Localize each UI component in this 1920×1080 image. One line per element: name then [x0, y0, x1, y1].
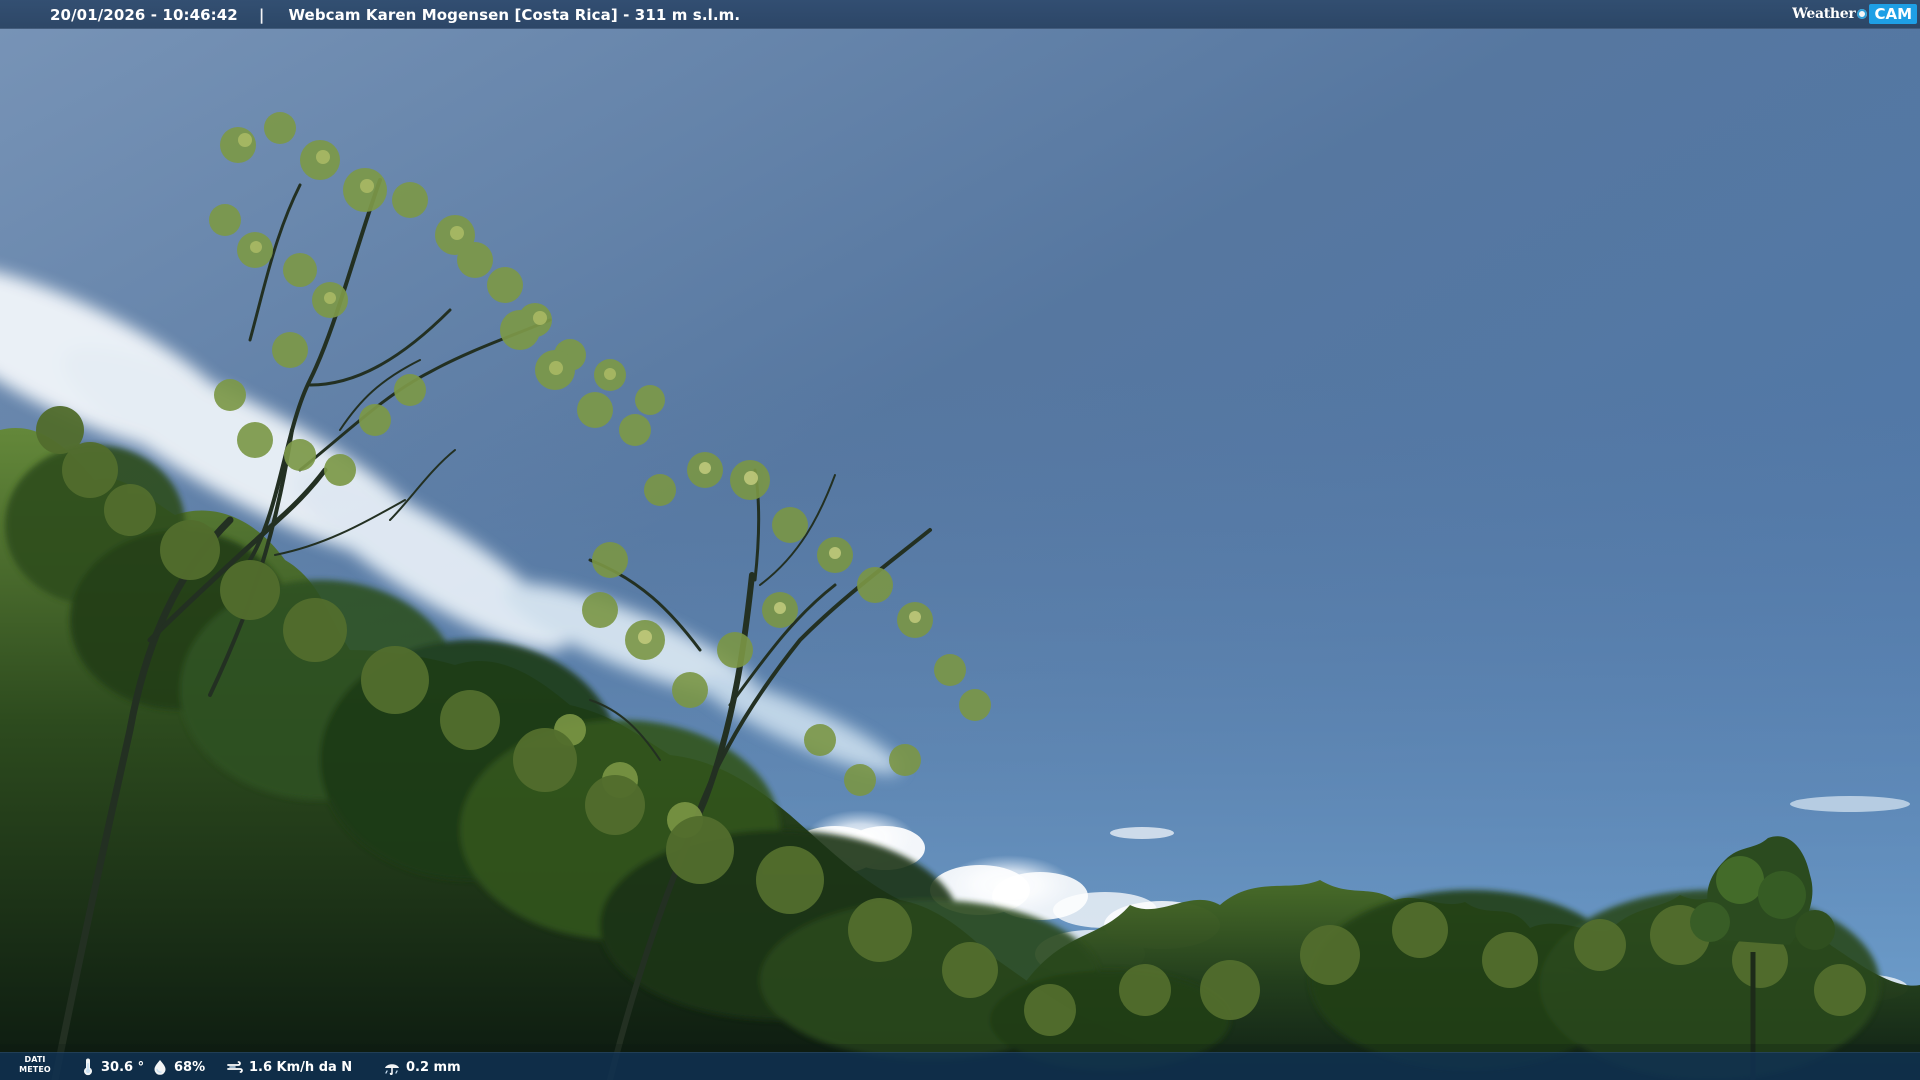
webcam-title: Webcam Karen Mogensen [Costa Rica] - 311…	[288, 6, 741, 24]
meteo-label-bottom: METEO	[19, 1065, 51, 1074]
webcam-frame: 20/01/2026 - 10:46:42 | Webcam Karen Mog…	[0, 0, 1920, 1080]
caption-separator: |	[258, 6, 265, 24]
rain-value: 0.2 mm	[406, 1059, 461, 1075]
weather-data-bar: DATI METEO 30.6 ° 68% 1.6 Km/h da N 0.2 …	[0, 1052, 1920, 1080]
thermometer-icon	[78, 1058, 96, 1076]
humidity-icon	[151, 1058, 169, 1076]
humidity-reading: 68%	[151, 1057, 205, 1077]
wind-value: 1.6 Km/h da N	[249, 1059, 353, 1075]
temperature-reading: 30.6 °	[78, 1057, 144, 1077]
meteo-label-top: DATI	[24, 1055, 46, 1064]
rain-icon	[383, 1058, 401, 1076]
rain-reading: 0.2 mm	[383, 1057, 461, 1077]
webcam-caption: 20/01/2026 - 10:46:42 | Webcam Karen Mog…	[50, 5, 740, 25]
brand-weather-text: Weather	[1792, 6, 1856, 22]
timestamp-label: 20/01/2026 - 10:46:42	[50, 6, 238, 24]
wind-reading: 1.6 Km/h da N	[226, 1057, 352, 1077]
weathercam-logo: Weather CAM	[1792, 2, 1917, 26]
wind-icon	[226, 1058, 244, 1076]
logo-dot-icon	[1857, 9, 1868, 19]
top-overlay-bar: 20/01/2026 - 10:46:42 | Webcam Karen Mog…	[0, 0, 1920, 29]
humidity-value: 68%	[174, 1059, 206, 1075]
webcam-scene	[0, 0, 1920, 1080]
brand-cam-text: CAM	[1869, 4, 1917, 24]
meteo-label: DATI METEO	[18, 1055, 52, 1079]
temperature-value: 30.6 °	[101, 1059, 145, 1075]
